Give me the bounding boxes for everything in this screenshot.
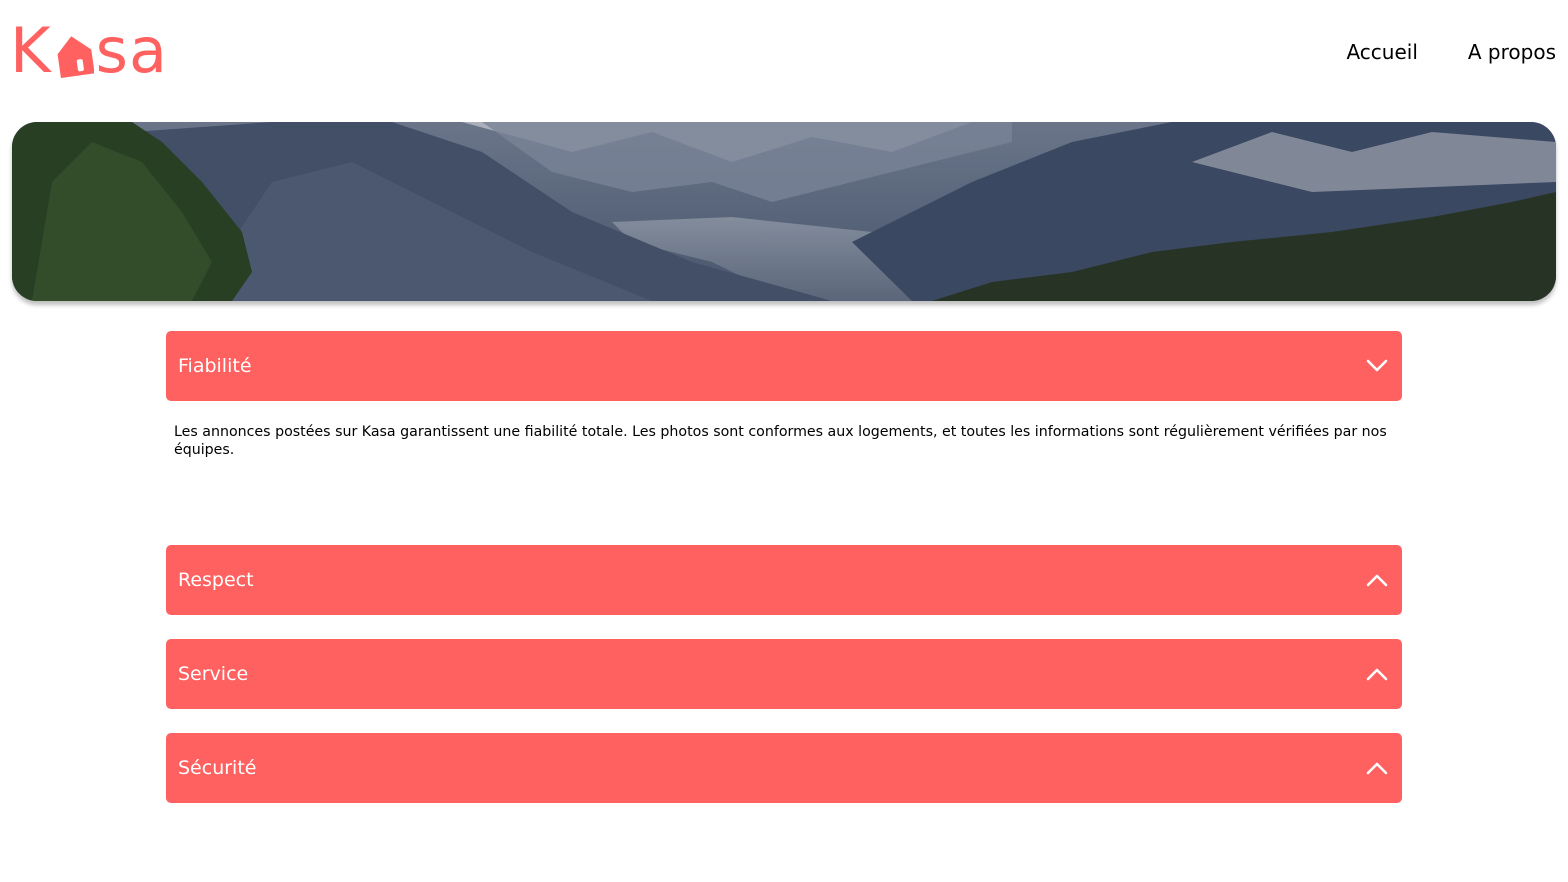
accordion-header-respect[interactable]: Respect <box>166 545 1402 615</box>
house-icon <box>57 36 94 78</box>
accordion-title: Service <box>178 663 249 685</box>
nav-link-a-propos[interactable]: A propos <box>1468 40 1556 64</box>
main-nav: Accueil A propos <box>1346 40 1556 64</box>
accordion-fiabilite: Fiabilité Les annonces postées sur Kasa … <box>166 331 1402 521</box>
accordion-header-service[interactable]: Service <box>166 639 1402 709</box>
nav-link-accueil[interactable]: Accueil <box>1346 40 1417 64</box>
accordion-text: Les annonces postées sur Kasa garantisse… <box>174 424 1387 458</box>
accordion-title: Fiabilité <box>178 355 252 377</box>
accordion-title: Sécurité <box>178 757 257 779</box>
accordion-securite: Sécurité <box>166 733 1402 803</box>
mountain-landscape <box>12 122 1556 301</box>
chevron-down-icon[interactable] <box>1366 359 1388 373</box>
chevron-up-icon[interactable] <box>1366 667 1388 681</box>
accordion-content-fiabilite: Les annonces postées sur Kasa garantisse… <box>166 401 1402 521</box>
accordion-service: Service <box>166 639 1402 709</box>
accordion-header-securite[interactable]: Sécurité <box>166 733 1402 803</box>
banner-image <box>12 122 1556 301</box>
chevron-up-icon[interactable] <box>1366 573 1388 587</box>
accordion-header-fiabilite[interactable]: Fiabilité <box>166 331 1402 401</box>
accordion-title: Respect <box>178 569 254 591</box>
chevron-up-icon[interactable] <box>1366 761 1388 775</box>
accordion-list: Fiabilité Les annonces postées sur Kasa … <box>166 331 1402 827</box>
logo-letters-sa: sa <box>95 14 168 87</box>
kasa-logo[interactable]: K sa <box>10 14 168 87</box>
logo-letter-k: K <box>10 14 52 87</box>
accordion-respect: Respect <box>166 545 1402 615</box>
